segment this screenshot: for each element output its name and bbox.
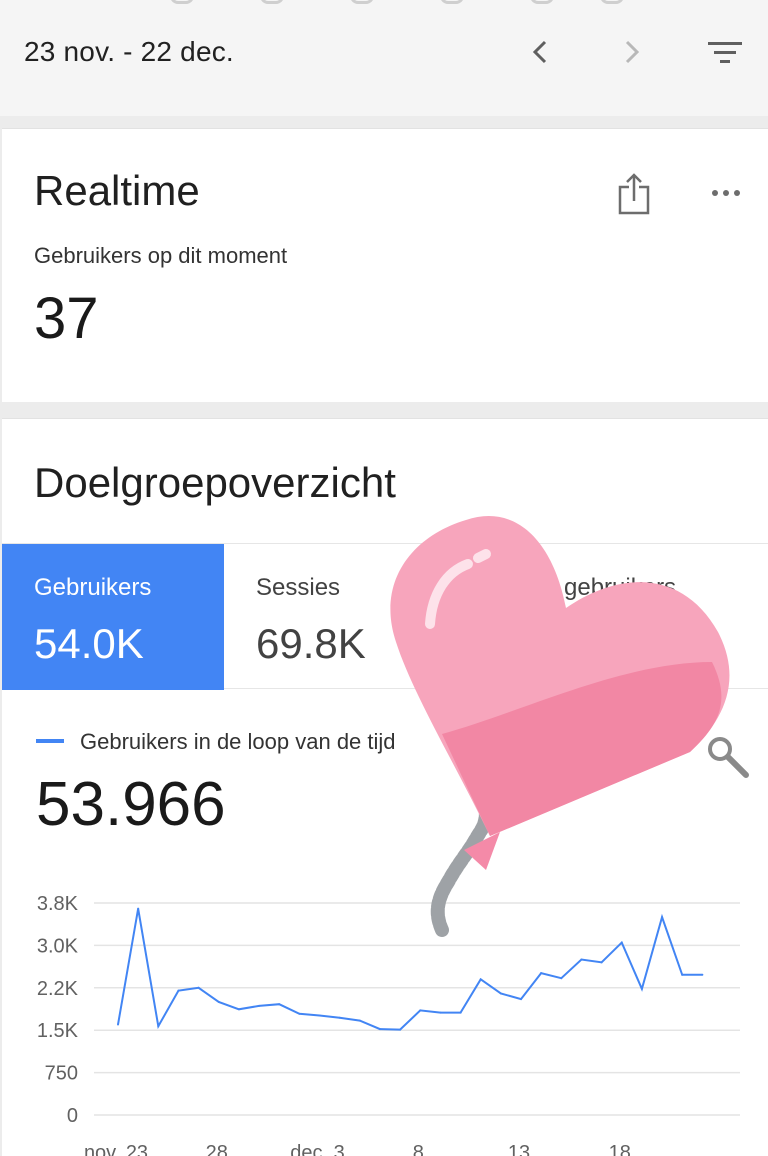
data-point [157, 1025, 160, 1028]
x-tick-label: 8 [413, 1142, 424, 1156]
status-icons [150, 0, 630, 6]
series-legend-marker [36, 739, 64, 743]
x-tick-label: 13 [508, 1142, 530, 1156]
tab-gebruikers[interactable]: Gebruikers 54.0K [2, 544, 224, 690]
x-tick-label: 28 [206, 1142, 228, 1156]
series-total: 53.966 [36, 770, 226, 839]
chevron-right-icon [625, 40, 640, 64]
previous-period-button[interactable] [520, 32, 560, 72]
data-point [278, 1003, 281, 1006]
data-point [520, 998, 522, 1001]
data-point [318, 1014, 321, 1017]
data-point [580, 958, 583, 961]
y-tick-label: 1.5K [37, 1020, 79, 1042]
y-tick-label: 3.8K [37, 893, 79, 915]
data-point [681, 973, 684, 976]
realtime-value: 37 [34, 286, 99, 351]
data-point [338, 1016, 341, 1019]
tab-value: 54.0K [34, 620, 144, 667]
data-point [177, 989, 180, 992]
data-point [137, 907, 140, 910]
data-point [237, 1008, 240, 1011]
realtime-title: Realtime [34, 167, 200, 214]
filter-button[interactable] [705, 32, 745, 72]
share-button[interactable] [614, 171, 654, 217]
data-point [117, 1023, 119, 1026]
audience-title: Doelgroepoverzicht [34, 459, 396, 506]
tab-sessies[interactable]: Sessies 69.8K [224, 544, 444, 690]
data-point [419, 1009, 422, 1012]
y-tick-label: 2.2K [37, 978, 79, 1000]
users-line-chart: 0 750 1.5K 2.2K 3.0K 3.8K nov. 23 28 dec. 3 8 13 18 [37, 893, 740, 1156]
series-label: Gebruikers in de loop van de tijd [80, 729, 396, 754]
data-point [298, 1012, 301, 1015]
filter-icon [708, 42, 742, 63]
more-icon [712, 190, 718, 196]
realtime-card: Realtime Gebruikers op dit moment 37 [2, 128, 768, 402]
data-point [640, 987, 643, 990]
data-point [439, 1011, 442, 1014]
y-tick-label: 3.0K [37, 935, 79, 957]
next-period-button[interactable] [612, 32, 652, 72]
status-bar [0, 0, 768, 12]
data-point [499, 992, 502, 995]
magnifier-icon [708, 737, 749, 778]
metric-tabs: Gebruikers 54.0K Sessies 69.8K gebruiker… [2, 543, 768, 690]
data-point [560, 977, 563, 980]
date-range[interactable]: 23 nov. - 22 dec. [24, 36, 234, 68]
audience-card: Doelgroepoverzicht Gebruikers 54.0K Sess… [2, 418, 768, 1156]
tab-nieuwe-gebruikers[interactable]: gebruikers [444, 544, 768, 690]
data-point [479, 978, 482, 981]
data-point [197, 986, 200, 989]
series-line [117, 908, 703, 1031]
realtime-label: Gebruikers op dit moment [34, 243, 288, 268]
tab-label: gebruikers [564, 574, 677, 601]
data-point [459, 1011, 462, 1014]
date-toolbar: 23 nov. - 22 dec. [0, 12, 768, 116]
chevron-left-icon [532, 40, 547, 64]
data-point [399, 1028, 402, 1031]
x-tick-label: 18 [609, 1142, 631, 1156]
data-point [620, 941, 623, 944]
data-point [217, 1000, 220, 1003]
more-options-button[interactable] [704, 183, 748, 203]
tab-label: Gebruikers [34, 574, 152, 601]
data-point [378, 1028, 381, 1031]
y-tick-label: 750 [45, 1063, 78, 1085]
y-tick-label: 0 [67, 1105, 78, 1127]
x-tick-label: dec. 3 [290, 1142, 344, 1156]
tab-value: 69.8K [256, 620, 366, 667]
data-point [701, 973, 704, 976]
data-point [661, 916, 664, 919]
tab-label: Sessies [256, 574, 341, 601]
data-point [600, 961, 603, 964]
data-point [540, 972, 543, 975]
share-icon [618, 173, 650, 215]
data-point [358, 1019, 361, 1022]
zoom-button[interactable] [702, 731, 752, 781]
x-tick-label: nov. 23 [84, 1142, 148, 1156]
data-point [258, 1004, 261, 1007]
